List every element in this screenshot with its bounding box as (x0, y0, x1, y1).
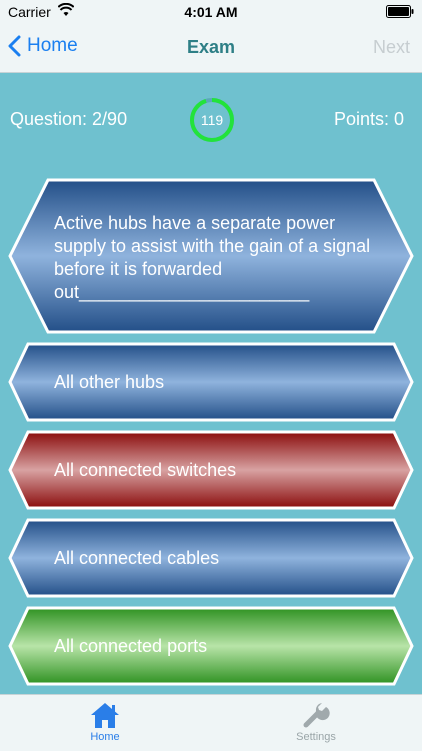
question-text: Active hubs have a separate power supply… (54, 213, 371, 302)
answer-option-label: All other hubs (54, 372, 165, 392)
question-card: Active hubs have a separate power supply… (8, 178, 414, 334)
status-bar: Carrier 4:01 AM (0, 0, 422, 24)
tab-settings[interactable]: Settings (276, 701, 356, 743)
navigation-bar: Home Exam Next (0, 24, 422, 73)
next-button[interactable]: Next (373, 37, 410, 58)
wrench-icon (303, 703, 330, 728)
chevron-left-icon (8, 35, 21, 57)
back-button[interactable]: Home (8, 35, 78, 57)
answer-option-label: All connected switches (54, 460, 237, 480)
tab-bar: Home Settings (0, 694, 422, 751)
points-counter: Points: 0 (333, 109, 404, 129)
answer-option-3[interactable]: All connected cables (8, 518, 414, 598)
tab-home-label: Home (90, 731, 120, 743)
timer-value: 119 (200, 112, 224, 128)
answer-option-label: All connected ports (54, 636, 208, 656)
question-counter: Question: 2/90 (10, 109, 128, 129)
answer-option-1[interactable]: All other hubs (8, 342, 414, 422)
battery-icon (386, 5, 414, 21)
status-time: 4:01 AM (184, 4, 238, 20)
answer-option-label: All connected cables (54, 548, 220, 568)
home-icon (91, 703, 119, 728)
answer-option-2[interactable]: All connected switches (8, 430, 414, 510)
tab-home[interactable]: Home (65, 701, 145, 743)
tab-settings-label: Settings (296, 731, 336, 743)
back-button-label: Home (27, 35, 78, 56)
answer-option-4[interactable]: All connected ports (8, 606, 414, 686)
